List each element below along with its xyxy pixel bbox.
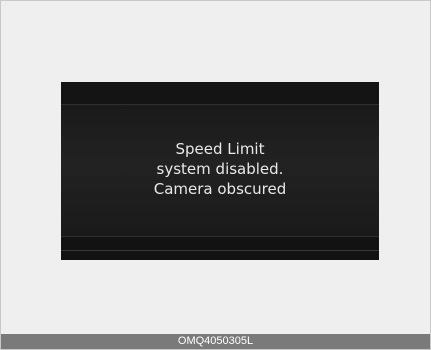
cluster-display-screen: Speed Limit system disabled. Camera obsc… bbox=[61, 82, 379, 260]
caption-bar: OMQ4050305L bbox=[1, 334, 430, 349]
warning-message: Speed Limit system disabled. Camera obsc… bbox=[61, 139, 379, 199]
message-line-2: system disabled. bbox=[156, 160, 284, 178]
figure-frame: Speed Limit system disabled. Camera obsc… bbox=[0, 0, 431, 350]
message-line-1: Speed Limit bbox=[175, 140, 265, 158]
message-line-3: Camera obscured bbox=[153, 180, 287, 198]
figure-code: OMQ4050305L bbox=[177, 335, 254, 347]
display-divider-line bbox=[61, 250, 379, 251]
display-top-band bbox=[61, 82, 379, 105]
display-bottom-band bbox=[61, 236, 379, 260]
